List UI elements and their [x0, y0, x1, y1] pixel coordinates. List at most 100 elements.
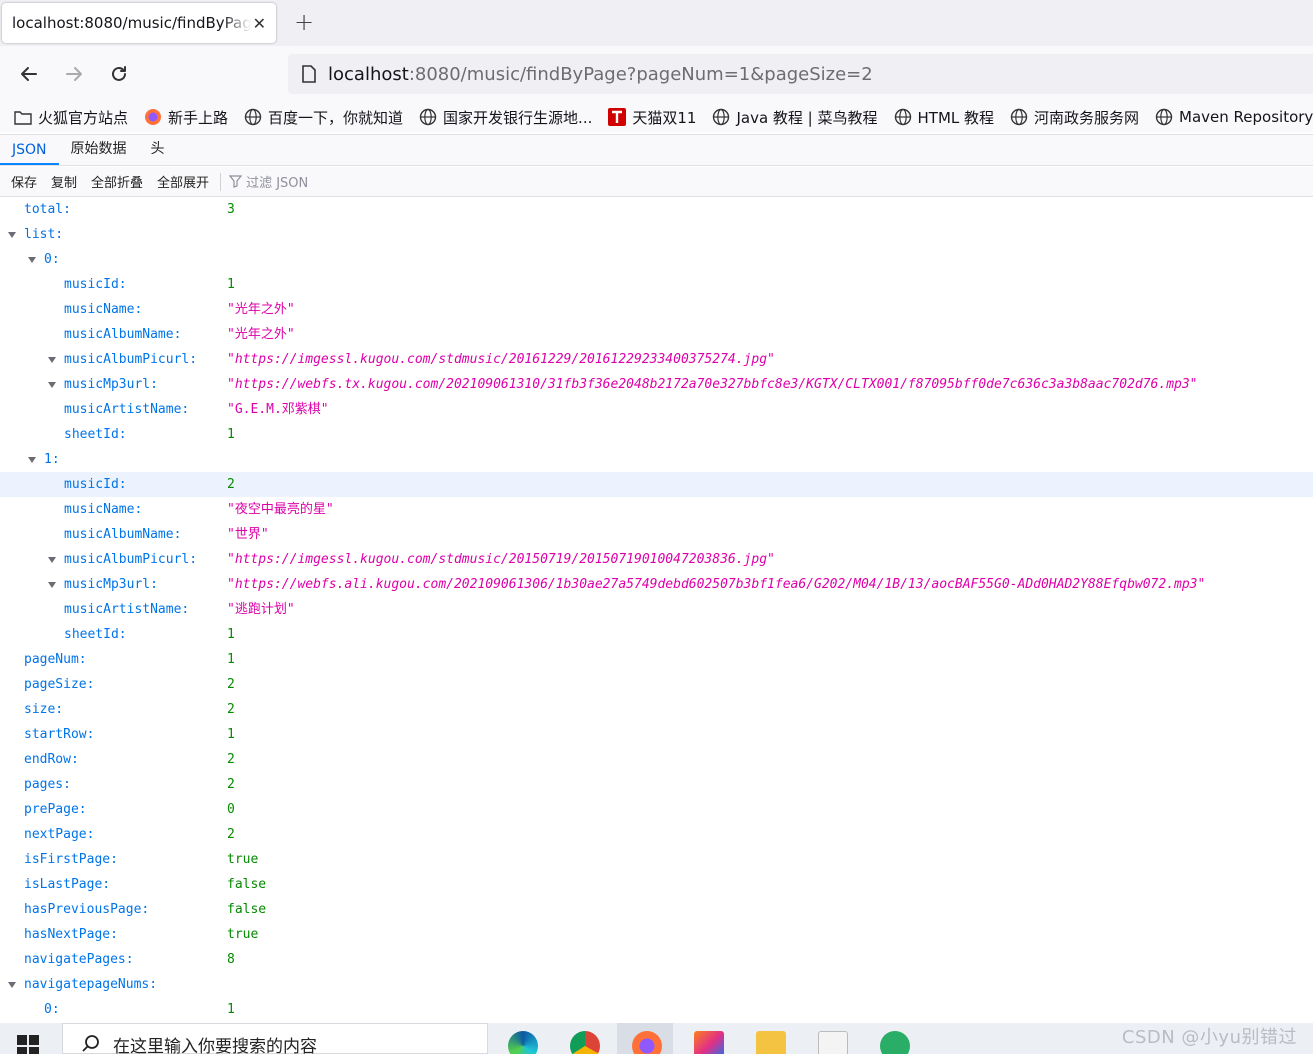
collapse-all-button[interactable]: 全部折叠	[84, 172, 150, 191]
back-button[interactable]	[14, 60, 44, 88]
file-explorer-icon[interactable]	[756, 1031, 786, 1054]
save-button[interactable]: 保存	[4, 172, 44, 191]
json-row[interactable]: musicAlbumName: "光年之外"	[0, 322, 1313, 347]
json-row[interactable]: pageNum: 1	[0, 647, 1313, 672]
json-row[interactable]: musicAlbumPicurl: "https://imgessl.kugou.…	[0, 347, 1313, 372]
expand-toggle-icon[interactable]	[8, 972, 17, 997]
expand-toggle-icon[interactable]	[28, 247, 37, 272]
json-key: list:	[24, 227, 64, 242]
json-value: 2	[227, 477, 235, 492]
json-row[interactable]: navigatePages: 8	[0, 947, 1313, 972]
json-row[interactable]: musicMp3url: "https://webfs.tx.kugou.com/…	[0, 372, 1313, 397]
bookmark-item[interactable]: 河南政务服务网	[1010, 107, 1139, 128]
new-tab-button[interactable]: +	[294, 8, 314, 36]
expand-toggle-icon[interactable]	[8, 222, 17, 247]
json-key: isFirstPage:	[24, 852, 118, 867]
bookmark-item[interactable]: 国家开发银行生源地...	[419, 107, 592, 128]
json-value[interactable]: "https://imgessl.kugou.com/stdmusic/2016…	[227, 347, 775, 372]
expand-toggle-icon[interactable]	[48, 372, 57, 397]
forward-button[interactable]	[59, 60, 89, 88]
json-row[interactable]: hasPreviousPage: false	[0, 897, 1313, 922]
json-row[interactable]: prePage: 0	[0, 797, 1313, 822]
bookmark-item[interactable]: 天猫双11	[608, 107, 696, 128]
json-row[interactable]: musicArtistName: "逃跑计划"	[0, 597, 1313, 622]
json-row[interactable]: musicMp3url: "https://webfs.ali.kugou.com…	[0, 572, 1313, 597]
firefox-icon[interactable]	[632, 1031, 662, 1054]
json-row[interactable]: navigatepageNums:	[0, 972, 1313, 997]
json-value: 3	[227, 202, 235, 217]
json-row[interactable]: musicAlbumName: "世界"	[0, 522, 1313, 547]
json-row[interactable]: pages: 2	[0, 772, 1313, 797]
tab-raw-data[interactable]: 原始数据	[59, 138, 139, 165]
windows-logo-icon	[17, 1035, 39, 1054]
close-tab-icon[interactable]: ✕	[253, 14, 266, 33]
json-key: size:	[24, 702, 64, 717]
expand-all-button[interactable]: 全部展开	[150, 172, 216, 191]
tab-active[interactable]: localhost:8080/music/findByPage?pageNum=…	[2, 3, 276, 43]
json-row[interactable]: sheetId: 1	[0, 622, 1313, 647]
json-key: musicAlbumName:	[64, 327, 182, 342]
search-icon	[82, 1034, 99, 1052]
bookmark-item[interactable]: 火狐官方站点	[14, 107, 128, 128]
edge-icon[interactable]	[508, 1031, 538, 1054]
json-toolbar: 保存 复制 全部折叠 全部展开 过滤 JSON	[0, 167, 1313, 197]
json-row[interactable]: 0: 1	[0, 997, 1313, 1022]
bookmark-item[interactable]: Java 教程 | 菜鸟教程	[712, 107, 878, 128]
filter-placeholder: 过滤 JSON	[246, 176, 309, 191]
filter-json-input[interactable]: 过滤 JSON	[225, 172, 308, 191]
copy-button[interactable]: 复制	[44, 172, 84, 191]
typora-icon[interactable]	[818, 1031, 848, 1054]
intellij-icon[interactable]	[694, 1031, 724, 1054]
taskbar-search-box[interactable]: 在这里输入你要搜索的内容	[62, 1023, 488, 1054]
json-row[interactable]: musicAlbumPicurl: "https://imgessl.kugou.…	[0, 547, 1313, 572]
json-row-highlighted[interactable]: musicId: 2	[0, 472, 1313, 497]
bookmark-label: Maven Repository	[1179, 108, 1313, 126]
bookmark-label: HTML 教程	[917, 108, 995, 127]
json-key: musicArtistName:	[64, 402, 190, 417]
json-row[interactable]: hasNextPage: true	[0, 922, 1313, 947]
json-row[interactable]: musicArtistName: "G.E.M.邓紫棋"	[0, 397, 1313, 422]
json-value[interactable]: "https://webfs.tx.kugou.com/202109061310…	[227, 372, 1198, 397]
globe-icon	[894, 108, 912, 126]
json-value[interactable]: "https://webfs.ali.kugou.com/20210906130…	[227, 572, 1205, 597]
json-value[interactable]: "https://imgessl.kugou.com/stdmusic/2015…	[227, 547, 775, 572]
json-row[interactable]: pageSize: 2	[0, 672, 1313, 697]
folder-icon	[14, 110, 32, 125]
json-row[interactable]: musicId: 1	[0, 272, 1313, 297]
chrome-icon[interactable]	[570, 1031, 600, 1054]
json-value: 1	[227, 277, 235, 292]
reload-button[interactable]	[104, 60, 134, 88]
json-row[interactable]: total: 3	[0, 197, 1313, 222]
tab-json[interactable]: JSON	[0, 142, 59, 165]
json-row[interactable]: nextPage: 2	[0, 822, 1313, 847]
json-row[interactable]: list:	[0, 222, 1313, 247]
bookmark-item[interactable]: 百度一下，你就知道	[244, 107, 403, 128]
json-row[interactable]: sheetId: 1	[0, 422, 1313, 447]
json-row[interactable]: startRow: 1	[0, 722, 1313, 747]
json-row[interactable]: 0:	[0, 247, 1313, 272]
expand-toggle-icon[interactable]	[48, 547, 57, 572]
json-row[interactable]: size: 2	[0, 697, 1313, 722]
wechat-icon[interactable]	[880, 1031, 910, 1054]
address-bar[interactable]: localhost:8080/music/findByPage?pageNum=…	[288, 54, 1313, 94]
json-row[interactable]: isLastPage: false	[0, 872, 1313, 897]
json-value: 1	[227, 427, 235, 442]
search-placeholder: 在这里输入你要搜索的内容	[113, 1037, 317, 1054]
tmall-icon	[608, 108, 627, 126]
bookmark-item[interactable]: Maven Repository	[1155, 108, 1313, 126]
json-row[interactable]: isFirstPage: true	[0, 847, 1313, 872]
expand-toggle-icon[interactable]	[48, 572, 57, 597]
expand-toggle-icon[interactable]	[28, 447, 37, 472]
json-row[interactable]: musicName: "光年之外"	[0, 297, 1313, 322]
json-key: musicAlbumPicurl:	[64, 352, 198, 367]
tab-headers[interactable]: 头	[139, 138, 177, 165]
tab-title: localhost:8080/music/findByPage?pageNum=…	[12, 14, 251, 32]
json-row[interactable]: musicName: "夜空中最亮的星"	[0, 497, 1313, 522]
expand-toggle-icon[interactable]	[48, 347, 57, 372]
json-key: musicMp3url:	[64, 577, 158, 592]
bookmark-item[interactable]: 新手上路	[144, 107, 228, 128]
json-row[interactable]: endRow: 2	[0, 747, 1313, 772]
json-row[interactable]: 1:	[0, 447, 1313, 472]
start-button[interactable]	[17, 1035, 39, 1054]
bookmark-item[interactable]: HTML 教程	[894, 107, 995, 128]
